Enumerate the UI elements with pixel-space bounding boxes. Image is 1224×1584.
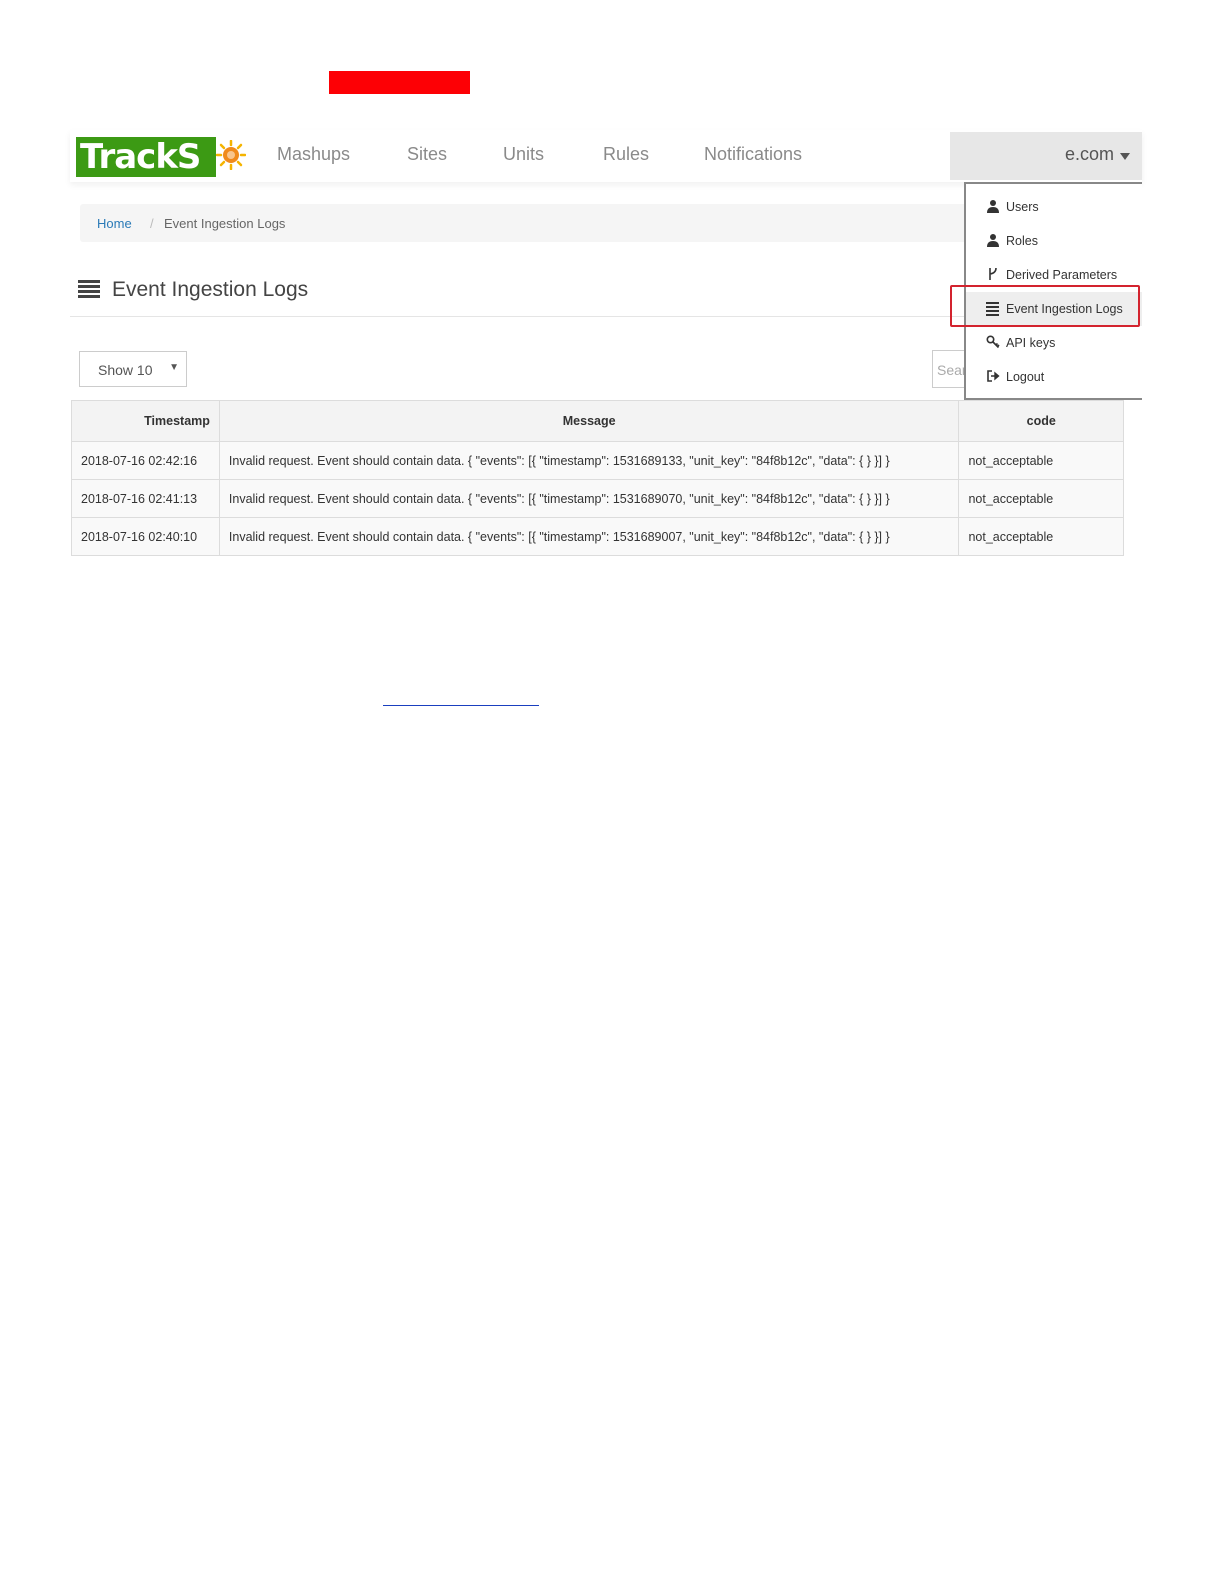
user-menu-toggle[interactable]: e.com (950, 132, 1142, 180)
redaction-bar (329, 71, 470, 94)
logo-text: TrackS (76, 137, 216, 177)
user-icon (987, 234, 999, 247)
cell-message: Invalid request. Event should contain da… (218, 441, 960, 480)
menu-item-roles[interactable]: Roles (966, 224, 1142, 258)
select-caret-icon: ▼ (169, 362, 179, 373)
cell-message: Invalid request. Event should contain da… (218, 517, 960, 556)
cell-message: Invalid request. Event should contain da… (218, 479, 960, 518)
cell-timestamp: 2018-07-16 02:42:16 (71, 441, 220, 480)
cell-timestamp: 2018-07-16 02:41:13 (71, 479, 220, 518)
nav-mashups[interactable]: Mashups (277, 144, 350, 165)
highlight-box (950, 285, 1140, 327)
caret-down-icon (1120, 153, 1130, 160)
table-row: 2018-07-16 02:40:10 Invalid request. Eve… (71, 517, 1124, 556)
table-header-row: Timestamp Message code (71, 400, 1124, 442)
menu-item-logout[interactable]: Logout (966, 360, 1142, 394)
cell-code: not_acceptable (958, 517, 1124, 556)
logs-table: Timestamp Message code 2018-07-16 02:42:… (71, 400, 1124, 556)
tracks-logo[interactable]: TrackS (76, 134, 256, 180)
menu-item-users[interactable]: Users (966, 190, 1142, 224)
sun-logo-icon (216, 140, 246, 170)
title-divider (70, 316, 1010, 317)
breadcrumb: Home / Event Ingestion Logs (80, 204, 1060, 242)
menu-item-label: Derived Parameters (1006, 268, 1118, 282)
menu-item-label: Logout (1006, 370, 1045, 384)
cell-code: not_acceptable (958, 441, 1124, 480)
page-title-text: Event Ingestion Logs (112, 278, 309, 301)
page-length-value: Show 10 (98, 362, 153, 378)
nav-rules[interactable]: Rules (603, 144, 649, 165)
nav-sites[interactable]: Sites (407, 144, 447, 165)
cell-timestamp: 2018-07-16 02:40:10 (71, 517, 220, 556)
nav-units[interactable]: Units (503, 144, 544, 165)
breadcrumb-separator: / (150, 216, 154, 231)
top-navbar: TrackS Mashups Sites Units Rules Notific… (70, 130, 1142, 182)
menu-item-label: Roles (1006, 234, 1038, 248)
column-header-code[interactable]: code (958, 400, 1124, 442)
column-header-timestamp[interactable]: Timestamp (71, 400, 220, 442)
column-header-message[interactable]: Message (218, 400, 960, 442)
list-icon (78, 280, 100, 298)
menu-item-label: Users (1006, 200, 1039, 214)
breadcrumb-home-link[interactable]: Home (97, 216, 132, 231)
app-screenshot: TrackS Mashups Sites Units Rules Notific… (70, 130, 1142, 562)
table-row: 2018-07-16 02:42:16 Invalid request. Eve… (71, 441, 1124, 480)
nav-notifications[interactable]: Notifications (704, 144, 802, 165)
user-icon (987, 200, 999, 213)
breadcrumb-current: Event Ingestion Logs (164, 216, 286, 231)
menu-item-label: API keys (1006, 336, 1056, 350)
fork-icon (989, 267, 997, 280)
cell-code: not_acceptable (958, 479, 1124, 518)
user-email: e.com (1064, 144, 1114, 164)
key-icon (986, 335, 1000, 349)
table-row: 2018-07-16 02:41:13 Invalid request. Eve… (71, 479, 1124, 518)
logout-icon (987, 370, 1000, 382)
menu-item-api-keys[interactable]: API keys (966, 326, 1142, 360)
page-length-select[interactable]: Show 10 ▼ (79, 351, 187, 387)
underline-link[interactable] (383, 705, 539, 706)
